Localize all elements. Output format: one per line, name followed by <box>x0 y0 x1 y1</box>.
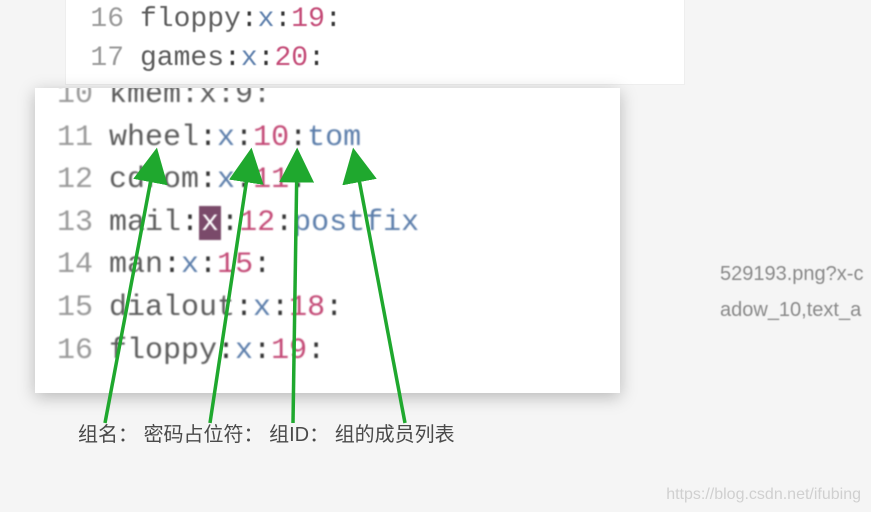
label-password-placeholder: 密码占位符： <box>144 424 264 446</box>
code-line: 13 mail:x:12:postfix <box>45 202 610 245</box>
password-placeholder-highlighted: x <box>199 206 221 240</box>
label-group-name: 组名： <box>78 424 138 446</box>
password-placeholder-token: x <box>241 43 258 74</box>
password-placeholder-token: x <box>258 4 275 35</box>
code-line: 15 dialout:x:18: <box>45 287 610 330</box>
code-line: 16 floppy:x:19: <box>45 330 610 373</box>
line-number: 16 <box>76 0 124 39</box>
line-number: 11 <box>45 117 93 160</box>
line-number: 14 <box>45 244 93 287</box>
group-name-token: floppy <box>140 4 241 35</box>
cropped-side-text: 529193.png?x-c adow_10,text_a <box>720 258 863 330</box>
password-placeholder-token: x <box>181 248 199 282</box>
group-name-token: wheel <box>109 121 199 155</box>
code-line: 17 games:x:20: <box>76 39 674 78</box>
line-number: 16 <box>45 330 93 373</box>
members-token: tom <box>307 121 361 155</box>
code-line: 14 man:x:15: <box>45 244 610 287</box>
line-number: 12 <box>45 159 93 202</box>
code-line-partial: 10 kmem:x:9: <box>45 88 610 117</box>
background-code-block: 16 floppy:x:19: 17 games:x:20: <box>65 0 685 85</box>
password-placeholder-token: x <box>253 291 271 325</box>
group-name-token: games <box>140 43 224 74</box>
code-line: 16 floppy:x:19: <box>76 0 674 39</box>
partial-text: kmem:x:9: <box>109 88 271 117</box>
line-number: 15 <box>45 287 93 330</box>
watermark-text: https://blog.csdn.net/ifubing <box>666 486 861 504</box>
group-name-token: cdrom <box>109 163 199 197</box>
group-name-token: man <box>109 248 163 282</box>
code-line: 12 cdrom:x:11: <box>45 159 610 202</box>
group-id-token: 11 <box>253 163 289 197</box>
members-token: postfix <box>293 206 419 240</box>
group-name-token: dialout <box>109 291 235 325</box>
group-id-token: 20 <box>274 43 308 74</box>
line-number: 10 <box>45 88 93 117</box>
group-id-token: 10 <box>253 121 289 155</box>
group-id-token: 12 <box>239 206 275 240</box>
caption-row: 组名： 密码占位符： 组ID： 组的成员列表 <box>78 418 455 447</box>
label-group-id: 组ID： <box>269 424 329 446</box>
group-id-token: 18 <box>289 291 325 325</box>
password-placeholder-token: x <box>217 121 235 155</box>
group-name-token: mail <box>109 206 181 240</box>
line-number: 17 <box>76 39 124 78</box>
foreground-code-popup: 10 kmem:x:9: 11 wheel:x:10:tom 12 cdrom:… <box>35 88 620 393</box>
group-name-token: floppy <box>109 334 217 368</box>
password-placeholder-token: x <box>235 334 253 368</box>
group-id-token: 15 <box>217 248 253 282</box>
label-member-list: 组的成员列表 <box>335 424 455 446</box>
group-id-token: 19 <box>291 4 325 35</box>
code-line: 11 wheel:x:10:tom <box>45 117 610 160</box>
password-placeholder-token: x <box>217 163 235 197</box>
group-id-token: 19 <box>271 334 307 368</box>
line-number: 13 <box>45 202 93 245</box>
